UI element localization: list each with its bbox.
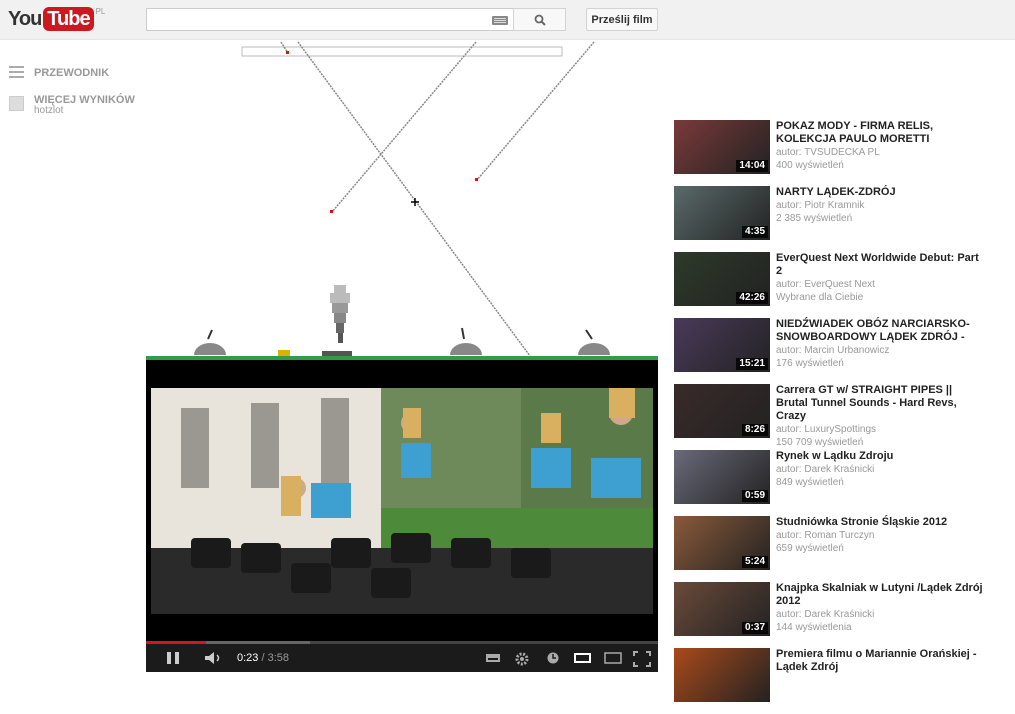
video-duration: 0:59 <box>741 490 768 502</box>
video-title[interactable]: Premiera filmu o Mariannie Orańskiej - L… <box>776 648 986 674</box>
video-duration: 5:24 <box>741 556 768 568</box>
video-thumbnail[interactable]: 8:26 <box>674 384 770 438</box>
time-separator: / <box>261 652 265 664</box>
missile-head <box>286 51 289 54</box>
youtube-logo[interactable]: You Tube PL <box>8 7 105 31</box>
video-author: autor: TVSUDECKA PL <box>776 147 880 158</box>
video-thumbnail[interactable]: 14:04 <box>674 120 770 174</box>
large-player-icon[interactable] <box>604 651 622 665</box>
related-video-item[interactable]: Premiera filmu o Mariannie Orańskiej - L… <box>674 648 1004 714</box>
video-views: 176 wyświetleń <box>776 358 844 369</box>
keyboard-icon[interactable] <box>492 16 508 25</box>
video-title[interactable]: Rynek w Lądku Zdroju <box>776 450 986 463</box>
video-duration: 14:04 <box>736 160 768 172</box>
video-title[interactable]: NARTY LĄDEK-ZDRÓJ <box>776 186 986 199</box>
video-author: autor: Marcin Urbanowicz <box>776 345 890 356</box>
video-thumbnail[interactable]: 15:21 <box>674 318 770 372</box>
top-bar: You Tube PL Prześlij film <box>0 0 1015 40</box>
menu-icon <box>9 66 24 79</box>
grid-icon <box>9 96 24 111</box>
pause-icon[interactable] <box>166 651 180 665</box>
video-author: autor: Darek Kraśnicki <box>776 464 875 475</box>
video-views: 400 wyświetleń <box>776 160 844 171</box>
logo-you: You <box>8 8 42 30</box>
related-video-item[interactable]: 0:37 Knajpka Skalniak w Lutyni /Lądek Zdr… <box>674 582 1004 648</box>
video-duration: 4:35 <box>741 226 768 238</box>
video-duration: 42:26 <box>736 292 768 304</box>
missile-trail <box>331 41 477 213</box>
guide-button[interactable]: PRZEWODNIK <box>9 66 109 79</box>
current-time: 0:23 <box>237 652 259 664</box>
video-author: autor: EverQuest Next <box>776 279 875 290</box>
video-views: 659 wyświetleń <box>776 543 844 554</box>
missile-head <box>330 210 333 213</box>
video-title[interactable]: POKAZ MODY - FIRMA RELIS, KOLEKCJA PAULO… <box>776 120 986 146</box>
upload-button[interactable]: Prześlij film <box>586 8 658 31</box>
video-author: autor: LuxurySpottings <box>776 424 877 435</box>
video-frame[interactable] <box>151 388 653 614</box>
guide-label: PRZEWODNIK <box>34 66 110 79</box>
missile-head <box>475 178 478 181</box>
gear-icon[interactable] <box>514 651 530 667</box>
video-player[interactable]: 0:23 / 3:58 <box>146 360 658 672</box>
video-thumbnail[interactable]: 4:35 <box>674 186 770 240</box>
related-video-item[interactable]: 8:26 Carrera GT w/ STRAIGHT PIPES || Brut… <box>674 384 1004 450</box>
total-time: 3:58 <box>267 652 290 664</box>
fullscreen-icon[interactable] <box>633 651 651 667</box>
related-video-item[interactable]: 5:24 Studniówka Stronie Śląskie 2012 autor… <box>674 516 1004 582</box>
video-title[interactable]: EverQuest Next Worldwide Debut: Part 2 <box>776 252 986 278</box>
search-input[interactable] <box>146 8 514 31</box>
watch-later-icon[interactable] <box>546 651 560 665</box>
related-videos: 14:04 POKAZ MODY - FIRMA RELIS, KOLEKCJA … <box>674 120 1004 714</box>
video-thumbnail[interactable]: 42:26 <box>674 252 770 306</box>
logo-tube: Tube <box>43 7 94 31</box>
video-title[interactable]: Studniówka Stronie Śląskie 2012 <box>776 516 986 529</box>
video-title[interactable]: Carrera GT w/ STRAIGHT PIPES || Brutal T… <box>776 384 986 423</box>
related-video-item[interactable]: 0:59 Rynek w Lądku Zdroju autor: Darek Kra… <box>674 450 1004 516</box>
related-video-item[interactable]: 4:35 NARTY LĄDEK-ZDRÓJ autor: Piotr Kramni… <box>674 186 1004 252</box>
game-overlay[interactable] <box>146 40 658 360</box>
video-author: autor: Piotr Kramnik <box>776 200 865 211</box>
video-views: Wybrane dla Ciebie <box>776 292 864 303</box>
city-block <box>278 350 290 356</box>
related-video-item[interactable]: 42:26 EverQuest Next Worldwide Debut: Par… <box>674 252 1004 318</box>
silo-bunker <box>194 329 226 355</box>
video-views: 150 709 wyświetleń <box>776 437 864 448</box>
video-duration: 0:37 <box>741 622 768 634</box>
video-title[interactable]: NIEDŹWIADEK OBÓZ NARCIARSKO-SNOWBOARDOWY… <box>776 318 986 344</box>
video-author: autor: Roman Turczyn <box>776 530 875 541</box>
video-views: 144 wyświetlenia <box>776 622 852 633</box>
subtitles-icon[interactable] <box>485 651 501 665</box>
video-duration: 8:26 <box>741 424 768 436</box>
more-results-sub: hotzlot <box>34 105 64 116</box>
volume-icon[interactable] <box>204 651 224 665</box>
video-views: 849 wyświetleń <box>776 477 844 488</box>
video-title[interactable]: Knajpka Skalniak w Lutyni /Lądek Zdrój 2… <box>776 582 986 608</box>
search-icon <box>534 14 546 26</box>
silo-bunker <box>578 329 610 355</box>
video-author: autor: Darek Kraśnicki <box>776 609 875 620</box>
destroyed-city <box>322 351 352 356</box>
player-controls: 0:23 / 3:58 <box>146 644 658 672</box>
video-thumbnail[interactable]: 5:24 <box>674 516 770 570</box>
logo-region: PL <box>95 7 106 16</box>
missile-trail <box>476 41 595 181</box>
video-thumbnail[interactable] <box>674 648 770 702</box>
search-button[interactable] <box>513 8 566 31</box>
video-views: 2 385 wyświetleń <box>776 213 853 224</box>
silo-bunker <box>450 327 482 355</box>
related-video-item[interactable]: 15:21 NIEDŹWIADEK OBÓZ NARCIARSKO-SNOWBOA… <box>674 318 1004 384</box>
video-thumbnail[interactable]: 0:59 <box>674 450 770 504</box>
time-display: 0:23 / 3:58 <box>237 652 289 664</box>
video-duration: 15:21 <box>736 358 768 370</box>
small-player-icon[interactable] <box>574 651 592 665</box>
smoke-column <box>330 285 350 343</box>
related-video-item[interactable]: 14:04 POKAZ MODY - FIRMA RELIS, KOLEKCJA … <box>674 120 1004 186</box>
game-score-bar <box>241 46 563 57</box>
video-thumbnail[interactable]: 0:37 <box>674 582 770 636</box>
more-results-item[interactable]: WIĘCEJ WYNIKÓW hotzlot <box>9 94 135 116</box>
